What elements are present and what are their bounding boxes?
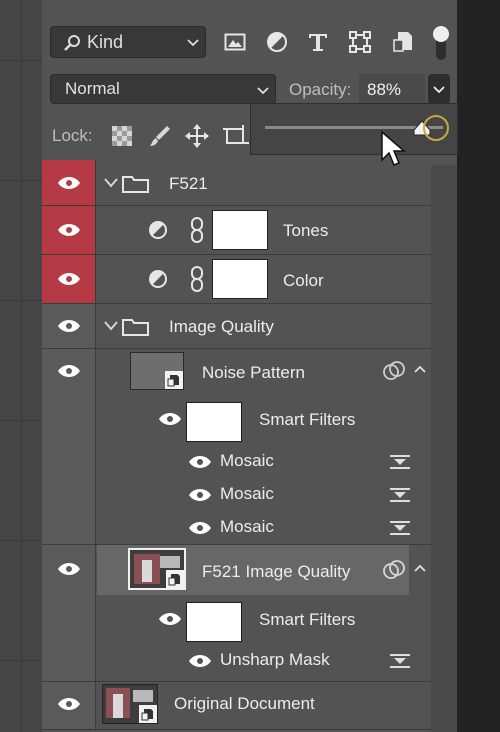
smart-filter-effects-icon[interactable] (383, 560, 405, 580)
layer-row-color[interactable]: Color (42, 255, 431, 304)
eye-icon[interactable] (158, 412, 182, 426)
lock-transparency-icon[interactable] (112, 126, 132, 146)
eye-icon[interactable] (188, 521, 212, 535)
layer-mask-thumbnail[interactable] (212, 210, 268, 250)
eye-icon[interactable] (188, 654, 212, 668)
canvas-edge (0, 0, 42, 732)
visibility-toggle[interactable] (42, 682, 96, 729)
chevron-down-icon[interactable] (104, 321, 118, 331)
layer-row-f521-group[interactable]: F521 (42, 160, 431, 206)
layer-mask-thumbnail[interactable] (212, 259, 268, 299)
layer-name: F521 Image Quality (202, 562, 351, 581)
filter-row-unsharp-mask[interactable]: Unsharp Mask (42, 645, 431, 682)
eye-icon[interactable] (158, 612, 182, 626)
filter-blending-options-icon[interactable] (389, 453, 411, 471)
layer-thumbnail[interactable] (130, 352, 184, 390)
opacity-value: 88% (367, 80, 402, 99)
shape-layer-filter-icon[interactable] (348, 31, 372, 53)
layer-name: F521 (169, 174, 208, 193)
chevron-down-icon (257, 87, 269, 95)
opacity-label: Opacity: (289, 80, 352, 99)
opacity-input[interactable]: 88% (359, 74, 425, 104)
layer-name: Noise Pattern (202, 363, 305, 382)
eye-icon (58, 320, 80, 332)
visibility-toggle[interactable] (42, 160, 96, 205)
folder-icon (122, 176, 149, 193)
adjustment-layer-icon (149, 270, 167, 288)
smart-filter-effects-icon[interactable] (383, 361, 405, 381)
layer-row-tones[interactable]: Tones (42, 206, 431, 255)
filter-name: Mosaic (220, 517, 274, 536)
smart-object-badge-icon (139, 705, 157, 723)
layer-row-original-document[interactable]: Original Document (42, 682, 431, 730)
eye-icon[interactable] (188, 488, 212, 502)
filter-mask-thumbnail[interactable] (186, 402, 242, 442)
smart-object-badge-icon (166, 570, 184, 588)
layer-row-noise-pattern[interactable]: Noise Pattern (42, 349, 431, 395)
filter-kind-label: Kind (87, 32, 124, 52)
filter-name: Unsharp Mask (220, 650, 330, 669)
visibility-toggle[interactable] (42, 304, 96, 348)
type-layer-filter-icon[interactable] (307, 31, 329, 53)
lock-image-pixels-icon[interactable] (149, 124, 171, 148)
filter-blending-options-icon[interactable] (389, 519, 411, 537)
filter-row-mosaic[interactable]: Mosaic (42, 445, 431, 478)
filter-toggle-switch[interactable] (433, 26, 449, 60)
smart-object-filter-icon[interactable] (392, 30, 414, 54)
visibility-toggle[interactable] (42, 206, 96, 254)
layer-row-smart-filters[interactable]: Smart Filters (42, 595, 431, 645)
highlight-circle (423, 115, 449, 141)
lock-artboard-icon[interactable] (223, 124, 249, 148)
eye-icon[interactable] (57, 562, 81, 576)
lock-position-icon[interactable] (185, 124, 209, 148)
eye-icon (58, 273, 80, 285)
chevron-down-icon (187, 39, 199, 47)
search-icon (64, 35, 80, 51)
layer-thumbnail[interactable] (128, 548, 186, 590)
opacity-dropdown-button[interactable] (428, 74, 450, 104)
chevron-up-icon[interactable] (414, 365, 426, 373)
chevron-down-icon (433, 86, 445, 94)
layer-row-image-quality-group[interactable]: Image Quality (42, 304, 431, 349)
eye-icon (58, 698, 80, 710)
eye-icon[interactable] (188, 455, 212, 469)
filter-name: Mosaic (220, 451, 274, 470)
adjustment-layer-icon (149, 221, 167, 239)
layer-name: Tones (283, 221, 329, 240)
layer-name: Smart Filters (259, 610, 356, 629)
lock-label: Lock: (52, 126, 93, 145)
filter-blending-options-icon[interactable] (389, 652, 411, 670)
chevron-down-icon[interactable] (104, 178, 118, 188)
layer-thumbnail[interactable] (102, 684, 158, 724)
layer-name: Color (283, 271, 324, 290)
visibility-toggle[interactable] (42, 255, 96, 303)
layer-name: Original Document (174, 694, 315, 713)
layers-scrollbar[interactable] (431, 165, 457, 732)
blend-mode-value: Normal (65, 79, 120, 98)
filter-name: Mosaic (220, 484, 274, 503)
eye-icon (58, 224, 80, 236)
folder-icon (122, 319, 149, 336)
filter-mask-thumbnail[interactable] (186, 602, 242, 642)
adjustment-layer-filter-icon[interactable] (266, 31, 288, 53)
filter-kind-select[interactable]: Kind (50, 26, 206, 58)
smart-object-badge-icon (165, 371, 183, 389)
workspace-background (457, 0, 500, 732)
opacity-slider-popup (250, 103, 458, 155)
layer-row-f521-image-quality[interactable]: F521 Image Quality (42, 545, 431, 595)
pixel-layer-filter-icon[interactable] (224, 32, 246, 52)
filter-row-mosaic[interactable]: Mosaic (42, 478, 431, 511)
layer-row-smart-filters[interactable]: Smart Filters (42, 395, 431, 445)
filter-blending-options-icon[interactable] (389, 486, 411, 504)
filter-row-mosaic[interactable]: Mosaic (42, 511, 431, 545)
eye-icon[interactable] (57, 364, 81, 378)
layer-name: Image Quality (169, 317, 274, 336)
chevron-up-icon[interactable] (414, 564, 426, 572)
layer-name: Smart Filters (259, 410, 356, 429)
blend-mode-select[interactable]: Normal (50, 74, 276, 104)
link-icon[interactable] (190, 266, 204, 292)
link-icon[interactable] (190, 217, 204, 243)
eye-icon (58, 177, 80, 189)
